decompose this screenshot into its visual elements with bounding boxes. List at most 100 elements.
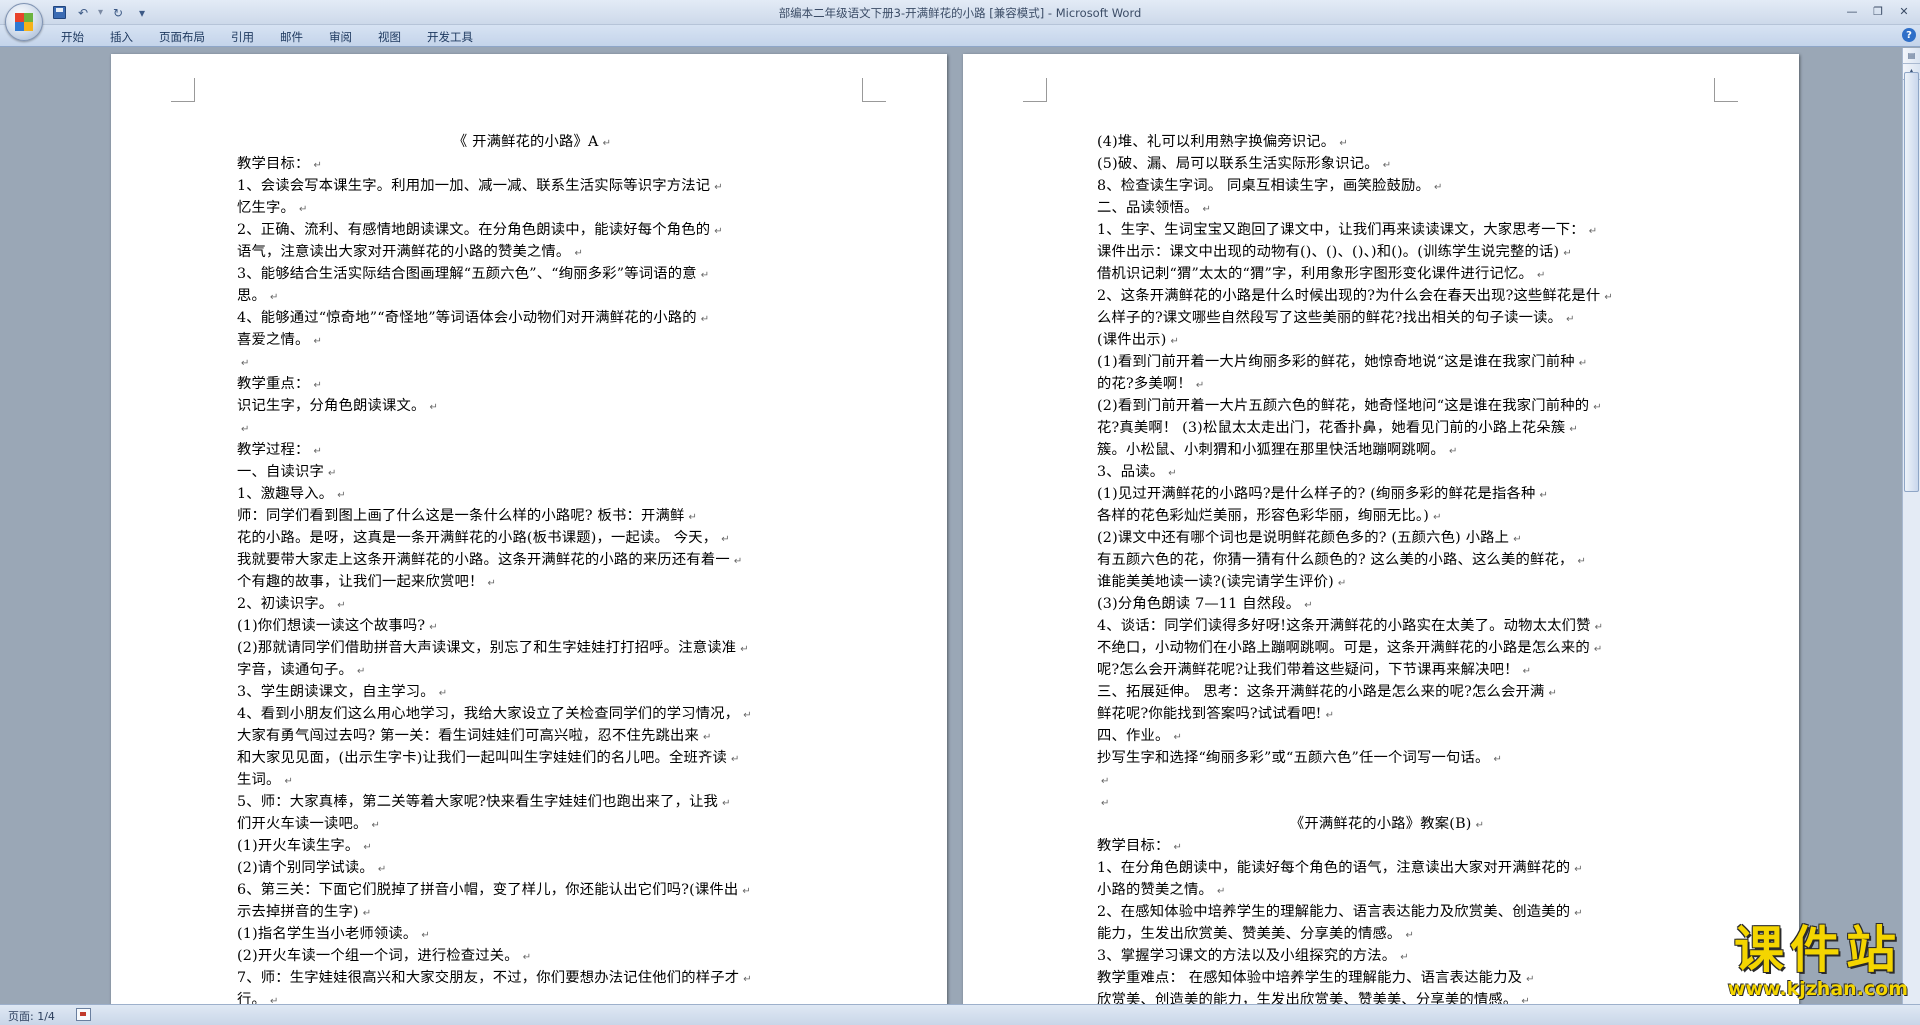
text-line[interactable]: 教学目标： ↵ [237,153,827,175]
page-text-right[interactable]: (4)堆、礼可以利用熟字换偏旁识记。 ↵ (5)破、漏、局可以联系生活实际形象识记… [1097,131,1677,1004]
text-line[interactable]: 忆生字。 ↵ [237,197,827,219]
text-line[interactable]: 大家有勇气闯过去吗? 第一关：看生词娃娃们可高兴啦，忍不住先跳出来 ↵ [237,725,827,747]
text-line[interactable]: 1、生字、生词宝宝又跑回了课文中，让我们再来读读课文，大家思考一下： ↵ [1097,219,1677,241]
text-line[interactable]: 语气，注意读出大家对开满鲜花的小路的赞美之情。 ↵ [237,241,827,263]
maximize-button[interactable]: ❐ [1866,2,1890,20]
scroll-thumb[interactable] [1904,72,1919,492]
text-line[interactable]: 《 开满鲜花的小路》A ↵ [237,131,827,153]
text-line[interactable]: 课件出示：课文中出现的动物有()、()、()、)和()。(训练学生说完整的话) ↵ [1097,241,1677,263]
text-line[interactable]: 1、会读会写本课生字。利用加一加、减一减、联系生活实际等识字方法记 ↵ [237,175,827,197]
text-line[interactable]: ↵ [237,351,827,373]
text-line[interactable]: (5)破、漏、局可以联系生活实际形象识记。 ↵ [1097,153,1677,175]
ribbon-tab[interactable]: 邮件 [267,28,316,46]
text-line[interactable]: 谁能美美地读一读?(读完请学生评价) ↵ [1097,571,1677,593]
text-line[interactable]: 喜爱之情。 ↵ [237,329,827,351]
text-line[interactable]: 4、看到小朋友们这么用心地学习，我给大家设立了关检查同学们的学习情况， ↵ [237,703,827,725]
text-line[interactable]: 簇。小松鼠、小刺猬和小狐狸在那里快活地蹦啊跳啊。 ↵ [1097,439,1677,461]
text-line[interactable]: 鲜花呢?你能找到答案吗?试试看吧! ↵ [1097,703,1677,725]
text-line[interactable]: 借机识记刺“猬”太太的“猬”字，利用象形字图形变化课件进行记忆。 ↵ [1097,263,1677,285]
text-line[interactable]: 生词。 ↵ [237,769,827,791]
text-line[interactable]: (2)开火车读一个组一个词，进行检查过关。 ↵ [237,945,827,967]
text-line[interactable]: 2、初读识字。 ↵ [237,593,827,615]
text-line[interactable]: 的花?多美啊！ ↵ [1097,373,1677,395]
text-line[interactable]: 教学过程： ↵ [237,439,827,461]
text-line[interactable]: 么样子的?课文哪些自然段写了这些美丽的鲜花?找出相关的句子读一读。 ↵ [1097,307,1677,329]
vertical-scrollbar[interactable]: ▤ ▲ [1902,48,1920,1004]
text-line[interactable]: 7、师：生字娃娃很高兴和大家交朋友，不过，你们要想办法记住他们的样子才 ↵ [237,967,827,989]
text-line[interactable]: (4)堆、礼可以利用熟字换偏旁识记。 ↵ [1097,131,1677,153]
text-line[interactable]: 6、第三关：下面它们脱掉了拼音小帽，变了样儿，你还能认出它们吗?(课件出 ↵ [237,879,827,901]
text-line[interactable]: 思。 ↵ [237,285,827,307]
text-line[interactable]: (2)看到门前开着一大片五颜六色的鲜花，她奇怪地问“这是谁在我家门前种的 ↵ [1097,395,1677,417]
text-line[interactable]: 3、品读。 ↵ [1097,461,1677,483]
text-line[interactable]: 个有趣的故事，让我们一起来欣赏吧！ ↵ [237,571,827,593]
text-line[interactable]: 1、在分角色朗读中，能读好每个角色的语气，注意读出大家对开满鲜花的 ↵ [1097,857,1677,879]
ribbon-tab[interactable]: 开发工具 [414,28,486,46]
text-line[interactable]: 小路的赞美之情。 ↵ [1097,879,1677,901]
text-line[interactable]: (1)指名学生当小老师领读。 ↵ [237,923,827,945]
text-line[interactable]: 我就要带大家走上这条开满鲜花的小路。这条开满鲜花的小路的来历还有着一 ↵ [237,549,827,571]
ribbon-tab[interactable]: 插入 [97,28,146,46]
text-line[interactable]: 花?真美啊！ (3)松鼠太太走出门，花香扑鼻，她看见门前的小路上花朵簇 ↵ [1097,417,1677,439]
text-line[interactable]: ↵ [1097,769,1677,791]
close-button[interactable]: ✕ [1892,2,1916,20]
document-page-1[interactable]: 《 开满鲜花的小路》A ↵ 教学目标： ↵ 1、会读会写本课生字。利用加一加、减一减、… [111,54,947,1004]
text-line[interactable]: 2、正确、流利、有感情地朗读课文。在分角色朗读中，能读好每个角色的 ↵ [237,219,827,241]
text-line[interactable]: 3、掌握学习课文的方法以及小组探究的方法。 ↵ [1097,945,1677,967]
document-page-2[interactable]: (4)堆、礼可以利用熟字换偏旁识记。 ↵ (5)破、漏、局可以联系生活实际形象识记… [963,54,1799,1004]
text-line[interactable]: 3、能够结合生活实际结合图画理解“五颜六色”、“绚丽多彩”等词语的意 ↵ [237,263,827,285]
text-line[interactable]: 各样的花色彩灿烂美丽，形容色彩华丽，绚丽无比。) ↵ [1097,505,1677,527]
page-count[interactable]: 页面: 1/4 [8,1008,55,1024]
text-line[interactable]: ↵ [237,417,827,439]
text-line[interactable]: 示去掉拼音的生字) ↵ [237,901,827,923]
text-line[interactable]: 二、品读领悟。 ↵ [1097,197,1677,219]
text-line[interactable]: (1)见过开满鲜花的小路吗?是什么样子的? (绚丽多彩的鲜花是指各种 ↵ [1097,483,1677,505]
text-line[interactable]: (2)那就请同学们借助拼音大声读课文，别忘了和生字娃娃打打招呼。注意读准 ↵ [237,637,827,659]
text-line[interactable]: 行。 ↵ [237,989,827,1004]
text-line[interactable]: 《开满鲜花的小路》教案(B) ↵ [1097,813,1677,835]
text-line[interactable]: 4、能够通过“惊奇地”“奇怪地”等词语体会小动物们对开满鲜花的小路的 ↵ [237,307,827,329]
text-line[interactable]: 四、作业。 ↵ [1097,725,1677,747]
text-line[interactable]: 和大家见见面，(出示生字卡)让我们一起叫叫生字娃娃们的名儿吧。全班齐读 ↵ [237,747,827,769]
ruler-toggle-icon[interactable]: ▤ [1903,48,1920,64]
text-line[interactable]: 识记生字，分角色朗读课文。 ↵ [237,395,827,417]
ribbon-tab[interactable]: 引用 [218,28,267,46]
text-line[interactable]: 4、谈话：同学们读得多好呀!这条开满鲜花的小路实在太美了。动物太太们赞 ↵ [1097,615,1677,637]
minimize-button[interactable]: — [1840,2,1864,20]
text-line[interactable]: 欣赏美、创造美的能力，生发出欣赏美、赞美美、分享美的情感。 ↵ [1097,989,1677,1004]
text-line[interactable]: 抄写生字和选择“绚丽多彩”或“五颜六色”任一个词写一句话。 ↵ [1097,747,1677,769]
text-line[interactable]: 不绝口，小动物们在小路上蹦啊跳啊。可是，这条开满鲜花的小路是怎么来的 ↵ [1097,637,1677,659]
text-line[interactable]: 2、在感知体验中培养学生的理解能力、语言表达能力及欣赏美、创造美的 ↵ [1097,901,1677,923]
ribbon-tab[interactable]: 页面布局 [146,28,218,46]
text-line[interactable]: 花的小路。是呀，这真是一条开满鲜花的小路(板书课题)，一起读。 今天， ↵ [237,527,827,549]
text-line[interactable]: 8、检查读生字词。 同桌互相读生字，画笑脸鼓励。 ↵ [1097,175,1677,197]
proofing-icon[interactable] [76,1008,91,1021]
text-line[interactable]: 三、拓展延伸。 思考：这条开满鲜花的小路是怎么来的呢?怎么会开满 ↵ [1097,681,1677,703]
text-line[interactable]: 1、激趣导入。 ↵ [237,483,827,505]
office-button[interactable] [5,3,43,41]
text-line[interactable]: 一、自读识字 ↵ [237,461,827,483]
help-icon[interactable]: ? [1902,28,1916,42]
text-line[interactable]: 师：同学们看到图上画了什么这是一条什么样的小路呢? 板书：开满鲜 ↵ [237,505,827,527]
text-line[interactable]: 教学重难点： 在感知体验中培养学生的理解能力、语言表达能力及 ↵ [1097,967,1677,989]
text-line[interactable]: 教学重点： ↵ [237,373,827,395]
text-line[interactable]: 字音，读通句子。 ↵ [237,659,827,681]
ribbon-tab[interactable]: 审阅 [316,28,365,46]
text-line[interactable]: 能力，生发出欣赏美、赞美美、分享美的情感。 ↵ [1097,923,1677,945]
text-line[interactable]: (3)分角色朗读 7—11 自然段。 ↵ [1097,593,1677,615]
text-line[interactable]: (1)看到门前开着一大片绚丽多彩的鲜花，她惊奇地说“这是谁在我家门前种 ↵ [1097,351,1677,373]
text-line[interactable]: (2)请个别同学试读。 ↵ [237,857,827,879]
text-line[interactable]: 教学目标： ↵ [1097,835,1677,857]
ribbon-tab[interactable]: 开始 [48,28,97,46]
text-line[interactable]: ↵ [1097,791,1677,813]
text-line[interactable]: 们开火车读一读吧。 ↵ [237,813,827,835]
text-line[interactable]: 有五颜六色的花，你猜一猜有什么颜色的? 这么美的小路、这么美的鲜花， ↵ [1097,549,1677,571]
text-line[interactable]: (课件出示) ↵ [1097,329,1677,351]
text-line[interactable]: 5、师：大家真棒，第二关等着大家呢?快来看生字娃娃们也跑出来了，让我 ↵ [237,791,827,813]
text-line[interactable]: (1)开火车读生字。 ↵ [237,835,827,857]
text-line[interactable]: (1)你们想读一读这个故事吗? ↵ [237,615,827,637]
page-text-left[interactable]: 《 开满鲜花的小路》A ↵ 教学目标： ↵ 1、会读会写本课生字。利用加一加、减一减、… [237,131,827,1004]
text-line[interactable]: 2、这条开满鲜花的小路是什么时候出现的?为什么会在春天出现?这些鲜花是什 ↵ [1097,285,1677,307]
text-line[interactable]: 3、学生朗读课文，自主学习。 ↵ [237,681,827,703]
text-line[interactable]: (2)课文中还有哪个词也是说明鲜花颜色多的? (五颜六色) 小路上 ↵ [1097,527,1677,549]
